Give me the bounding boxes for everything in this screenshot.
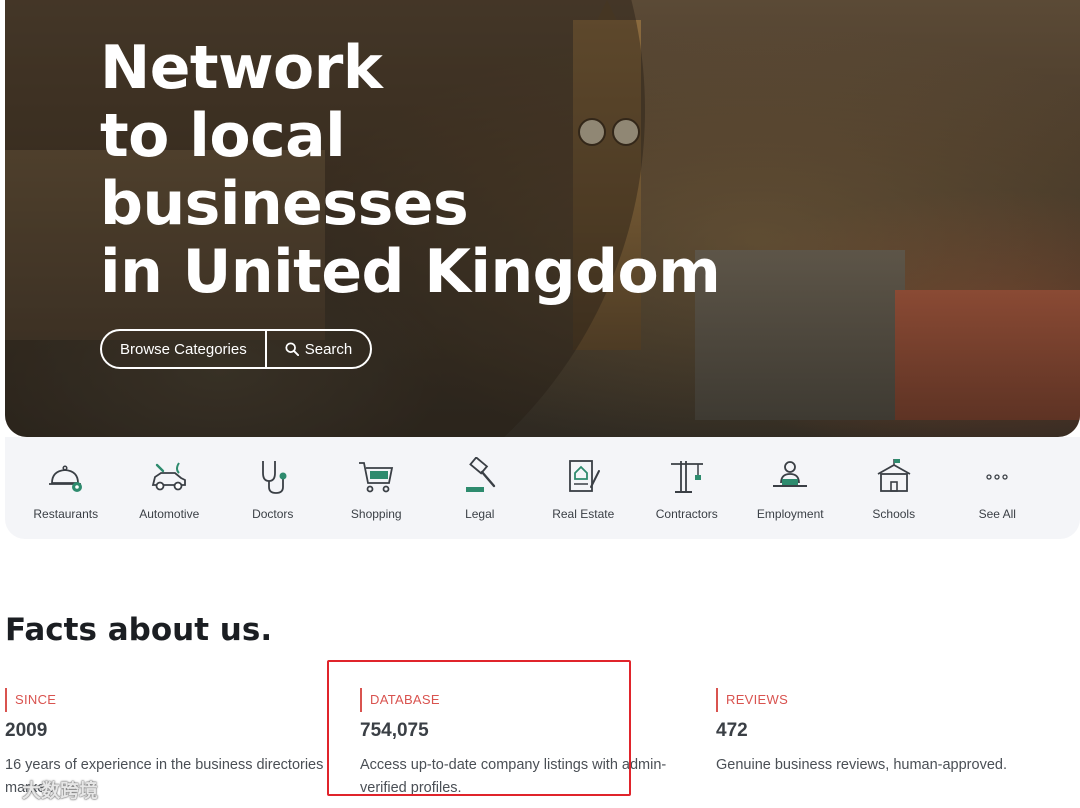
category-label: Restaurants	[33, 507, 99, 521]
fact-database: DATABASE 754,075 Access up-to-date compa…	[360, 688, 705, 800]
category-automotive[interactable]: Automotive	[118, 437, 222, 539]
fact-reviews: REVIEWS 472 Genuine business reviews, hu…	[716, 688, 1061, 777]
stethoscope-icon	[261, 461, 287, 494]
category-shopping[interactable]: Shopping	[325, 437, 429, 539]
category-doctors[interactable]: Doctors	[221, 437, 325, 539]
category-legal[interactable]: Legal	[428, 437, 532, 539]
hero-banner: Network to local businesses in United Ki…	[5, 0, 1080, 437]
search-button[interactable]: Search	[264, 331, 371, 367]
school-building-icon	[877, 459, 911, 492]
category-schools[interactable]: Schools	[842, 437, 946, 539]
browse-categories-label: Browse Categories	[120, 340, 247, 358]
building-shape	[895, 290, 1080, 420]
category-label: Real Estate	[552, 507, 615, 521]
category-employment[interactable]: Employment	[739, 437, 843, 539]
crane-icon	[670, 461, 703, 493]
category-label: Doctors	[252, 507, 294, 521]
category-label: Employment	[756, 507, 824, 521]
search-icon	[285, 342, 299, 356]
category-label: Automotive	[139, 507, 200, 521]
fact-value: 472	[716, 720, 748, 741]
fact-value: 754,075	[360, 720, 429, 741]
category-label: Contractors	[655, 507, 718, 521]
hero-title-line: in United Kingdom	[100, 237, 721, 307]
hero-title: Network to local businesses in United Ki…	[100, 33, 721, 307]
watermark: 大数跨境	[22, 781, 99, 802]
category-label: See All	[978, 507, 1016, 521]
hero-button-group: Browse Categories Search	[100, 329, 373, 369]
category-see-all[interactable]: See All	[946, 437, 1050, 539]
house-contract-icon	[569, 460, 601, 492]
category-bar: Restaurants Automotive Doctors Shopping	[5, 437, 1080, 539]
fact-description: Genuine business reviews, human-approved…	[716, 757, 1007, 773]
facts-title: Facts about us.	[5, 612, 273, 648]
car-repair-icon	[152, 462, 187, 491]
building-shape	[695, 250, 905, 420]
fact-description: Access up-to-date company listings with …	[360, 757, 667, 796]
category-label: Shopping	[350, 507, 402, 521]
fact-tag: DATABASE	[360, 688, 705, 712]
hero-title-line: Network	[100, 33, 383, 103]
fact-tag: REVIEWS	[716, 688, 1061, 712]
restaurant-cloche-icon	[48, 465, 82, 492]
shopping-cart-icon	[359, 462, 394, 493]
category-label: Legal	[465, 507, 495, 521]
hero-title-line: businesses	[100, 169, 469, 239]
fact-tag: SINCE	[5, 688, 350, 712]
browse-categories-button[interactable]: Browse Categories	[102, 331, 265, 367]
category-restaurants[interactable]: Restaurants	[14, 437, 118, 539]
category-real-estate[interactable]: Real Estate	[532, 437, 636, 539]
hero-title-line: to local	[100, 101, 346, 171]
more-dots-icon	[986, 474, 1008, 480]
category-label: Schools	[872, 507, 916, 521]
category-contractors[interactable]: Contractors	[635, 437, 739, 539]
fact-value: 2009	[5, 720, 48, 741]
search-label: Search	[304, 340, 353, 358]
gavel-icon	[465, 457, 495, 492]
worker-desk-icon	[773, 461, 808, 487]
